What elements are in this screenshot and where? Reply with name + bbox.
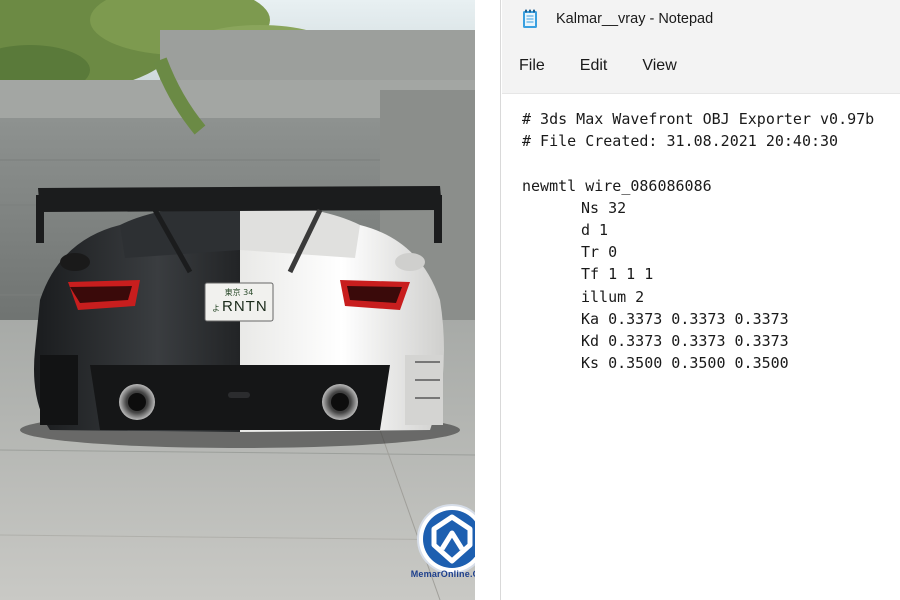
window-title: Kalmar__vray - Notepad — [556, 11, 714, 27]
editor-line: Ka 0.3373 0.3373 0.3373 — [581, 309, 789, 328]
menu-file[interactable]: File — [519, 53, 545, 79]
menu-view[interactable]: View — [642, 53, 676, 79]
editor-line: d 1 — [581, 220, 609, 239]
editor-line: illum 2 — [581, 287, 645, 306]
title-bar[interactable]: Kalmar__vray - Notepad — [502, 0, 900, 38]
menu-bar: File Edit View — [502, 38, 900, 94]
editor-line: Ks 0.3500 0.3500 0.3500 — [581, 354, 789, 373]
editor-line: # File Created: 31.08.2021 20:40:30 — [522, 132, 839, 151]
panel-divider — [475, 0, 502, 600]
editor-line: Tr 0 — [581, 243, 618, 262]
editor-line: Kd 0.3373 0.3373 0.3373 — [581, 331, 789, 350]
license-plate-number: RNTN — [222, 298, 268, 315]
notepad-window: Kalmar__vray - Notepad File Edit View # … — [502, 0, 900, 600]
editor-line: # 3ds Max Wavefront OBJ Exporter v0.97b — [522, 110, 875, 128]
editor-line: Ns 32 — [581, 198, 627, 217]
menu-edit[interactable]: Edit — [580, 53, 608, 79]
license-plate-prefix: よ — [212, 304, 220, 313]
license-plate-top: 東京 34 — [224, 288, 254, 297]
editor-line: Tf 1 1 1 — [581, 265, 654, 284]
watermark-text: MemarOnline.Com — [410, 569, 475, 579]
editor-line: newmtl wire_086086086 — [522, 176, 712, 195]
car-render-photo: 東京 34 よ RNTN MemarOnline.Com — [0, 0, 475, 600]
notepad-icon — [522, 9, 538, 29]
text-editor[interactable]: # 3ds Max Wavefront OBJ Exporter v0.97b … — [502, 95, 900, 600]
